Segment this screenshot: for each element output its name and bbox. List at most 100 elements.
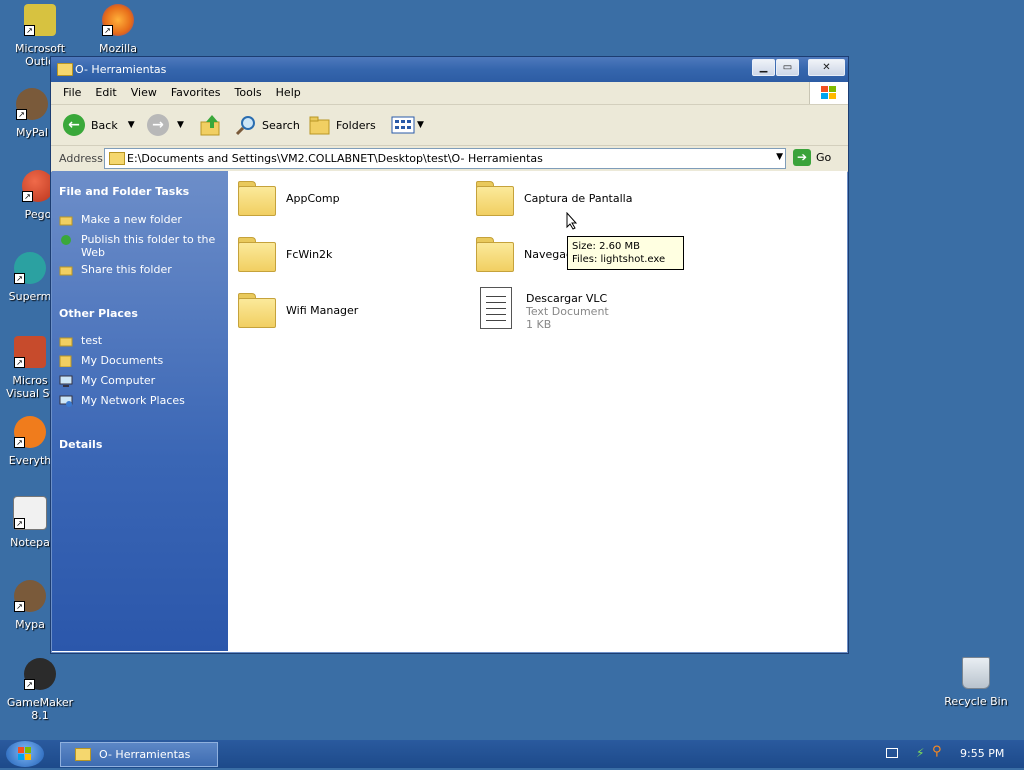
folder-icon [109, 152, 125, 165]
back-button[interactable]: ← Back ▼ [63, 113, 135, 137]
menu-tools[interactable]: Tools [228, 82, 269, 104]
mouse-cursor-icon [566, 212, 578, 230]
back-label: Back [91, 118, 118, 132]
place-my-network[interactable]: My Network Places [59, 394, 224, 407]
share-folder-icon [59, 266, 73, 276]
task-make-new-folder[interactable]: Make a new folder [59, 213, 224, 226]
search-button[interactable]: Search [235, 113, 300, 137]
my-documents-icon [59, 355, 72, 367]
menu-favorites[interactable]: Favorites [164, 82, 228, 104]
desktop-icon-label: GameMaker 8.1 [6, 696, 74, 722]
desktop-icon-recycle-bin[interactable]: Recycle Bin [938, 657, 1014, 708]
recycle-bin-icon [962, 657, 990, 689]
item-name: FcWin2k [286, 248, 333, 261]
list-item-descargar-vlc[interactable]: Descargar VLC Text Document 1 KB [476, 287, 609, 331]
task-publish-folder[interactable]: Publish this folder to the Web [59, 233, 224, 259]
minimize-button[interactable]: ▁ [752, 59, 775, 76]
firefox-icon: ↗ [102, 4, 134, 36]
new-folder-icon [59, 216, 73, 226]
mypal2-icon: ↗ [14, 580, 46, 612]
file-folder-tasks-title[interactable]: File and Folder Tasks [59, 185, 189, 198]
windows-logo-icon [18, 747, 31, 760]
item-size: 1 KB [526, 318, 552, 331]
folder-icon [238, 293, 276, 328]
go-arrow-icon: ➔ [793, 149, 811, 166]
chevron-down-icon[interactable]: ▼ [177, 120, 184, 130]
outlook-icon: ↗ [24, 4, 56, 36]
everything-icon: ↗ [14, 416, 46, 448]
item-name: AppComp [286, 192, 340, 205]
details-title[interactable]: Details [59, 438, 102, 451]
publish-web-icon [61, 235, 71, 245]
windows-logo-icon [809, 82, 848, 104]
task-label: Publish this folder to the Web [81, 233, 216, 259]
superm-icon: ↗ [14, 252, 46, 284]
go-label: Go [816, 151, 832, 164]
search-tool-icon[interactable]: ⚲ [932, 744, 942, 759]
menu-file[interactable]: File [51, 82, 88, 104]
desktop-icon-label: Mozilla Firefox [99, 42, 137, 55]
menu-help[interactable]: Help [269, 82, 308, 104]
folders-button[interactable]: Folders [309, 113, 376, 137]
menu-edit[interactable]: Edit [88, 82, 123, 104]
clock[interactable]: 9:55 PM [960, 747, 1004, 760]
maximize-button[interactable]: ▭ [776, 59, 799, 76]
address-label: Address [59, 152, 103, 165]
item-name: Descargar VLC [526, 292, 608, 305]
task-share-folder[interactable]: Share this folder [59, 263, 224, 276]
search-label: Search [262, 118, 300, 132]
place-my-computer[interactable]: My Computer [59, 374, 224, 387]
folder-icon [476, 237, 514, 272]
place-my-documents[interactable]: My Documents [59, 354, 224, 367]
taskbar-item-label: O- Herramientas [99, 748, 191, 761]
text-document-icon [480, 287, 512, 329]
go-button[interactable]: ➔ Go [793, 149, 831, 166]
folders-icon [309, 116, 330, 135]
menu-bar: File Edit View Favorites Tools Help [51, 82, 848, 105]
visual-studio-icon: ↗ [14, 336, 46, 368]
place-label: My Network Places [81, 394, 185, 407]
item-type: Text Document [526, 305, 609, 318]
folder-icon [238, 181, 276, 216]
address-bar: Address E:\Documents and Settings\VM2.CO… [51, 146, 848, 172]
list-item-captura[interactable]: Captura de Pantalla [476, 181, 632, 216]
my-computer-icon [59, 375, 73, 387]
desktop-icon-gamemaker[interactable]: ↗ GameMaker 8.1 [0, 658, 80, 722]
up-folder-button[interactable] [199, 113, 223, 137]
chevron-down-icon[interactable]: ▼ [128, 120, 135, 130]
list-item-appcomp[interactable]: AppComp [238, 181, 340, 216]
window-title: O- Herramientas [75, 63, 167, 76]
network-icon[interactable]: ⚡ [916, 746, 924, 760]
up-folder-icon [200, 115, 220, 136]
folder-icon [238, 237, 276, 272]
list-item-navegad[interactable]: Navegad [476, 237, 573, 272]
views-button[interactable]: ▼ [391, 113, 424, 137]
place-test[interactable]: test [59, 334, 224, 347]
desktop-icon-firefox[interactable]: ↗ Mozilla Firefox [78, 4, 158, 55]
gamemaker-icon: ↗ [24, 658, 56, 690]
chevron-down-icon[interactable]: ▼ [776, 152, 783, 162]
other-places-title[interactable]: Other Places [59, 307, 138, 320]
start-button[interactable] [6, 741, 44, 767]
keyboard-icon[interactable] [886, 748, 898, 758]
folders-label: Folders [336, 118, 376, 132]
mypal-icon: ↗ [16, 88, 48, 120]
file-list: AppComp Captura de Pantalla FcWin2k Nave… [228, 171, 847, 652]
tooltip-size: Size: 2.60 MB [572, 241, 641, 252]
taskbar: O- Herramientas ⚡ ⚲ 9:55 PM [0, 740, 1024, 768]
forward-button[interactable]: → ▼ [147, 113, 184, 137]
item-name: Wifi Manager [286, 304, 359, 317]
menu-view[interactable]: View [124, 82, 164, 104]
address-path: E:\Documents and Settings\VM2.COLLABNET\… [127, 152, 543, 165]
list-item-wifi-manager[interactable]: Wifi Manager [238, 293, 359, 328]
close-button[interactable]: ✕ [808, 59, 845, 76]
taskbar-item-explorer[interactable]: O- Herramientas [60, 742, 218, 767]
address-input[interactable]: E:\Documents and Settings\VM2.COLLABNET\… [104, 148, 786, 169]
system-tray: ⚡ ⚲ 9:55 PM [884, 740, 1024, 768]
place-label: test [81, 334, 103, 347]
tooltip-files: Files: lightshot.exe [572, 254, 666, 265]
forward-arrow-icon: → [147, 114, 169, 136]
title-bar[interactable]: O- Herramientas ▁ ▭ ✕ [51, 57, 848, 82]
list-item-fcwin2k[interactable]: FcWin2k [238, 237, 333, 272]
views-icon [391, 116, 415, 134]
